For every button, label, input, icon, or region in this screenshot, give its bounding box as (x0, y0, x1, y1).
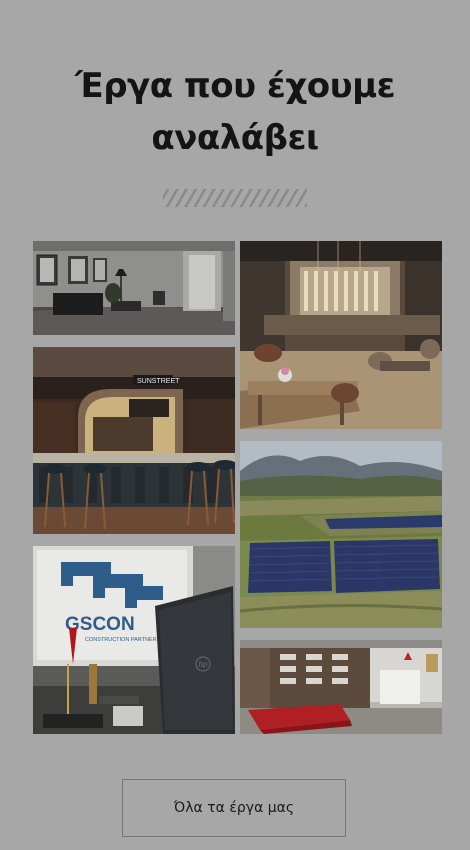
laptop-brand-logo: hp (199, 660, 208, 669)
hatched-divider (163, 189, 307, 207)
all-projects-button-label: Όλα τα έργα μας (173, 800, 295, 816)
project-image-solar-park[interactable] (240, 441, 442, 628)
section-title-line-1: Έργα που έχουμε (74, 66, 396, 106)
section-title-line-2: αναλάβει (151, 118, 319, 158)
office-interior-photo (33, 241, 235, 335)
showroom-interior-photo (240, 640, 442, 734)
all-projects-button[interactable]: Όλα τα έργα μας (122, 779, 346, 837)
project-image-showroom[interactable] (240, 640, 442, 734)
project-image-gscon-office[interactable]: GSCON CONSTRUCTION PARTNERS hp (33, 546, 235, 734)
solar-park-aerial-photo (240, 441, 442, 628)
bar-sign-text: SUNSTREET (137, 378, 180, 385)
bar-counter-photo: SUNSTREET (33, 347, 235, 534)
project-image-bar-counter[interactable]: SUNSTREET (33, 347, 235, 534)
project-image-office-interior[interactable] (33, 241, 235, 335)
section-title: Έργα που έχουμε αναλάβει (0, 60, 470, 164)
projects-section: Έργα που έχουμε αναλάβει SUNSTREET GSCON… (0, 0, 470, 850)
gscon-logo-subtitle: CONSTRUCTION PARTNERS (85, 637, 161, 643)
restaurant-bar-interior-photo (240, 241, 442, 429)
gscon-office-laptop-photo: GSCON CONSTRUCTION PARTNERS hp (33, 546, 235, 734)
project-image-restaurant-interior[interactable] (240, 241, 442, 429)
